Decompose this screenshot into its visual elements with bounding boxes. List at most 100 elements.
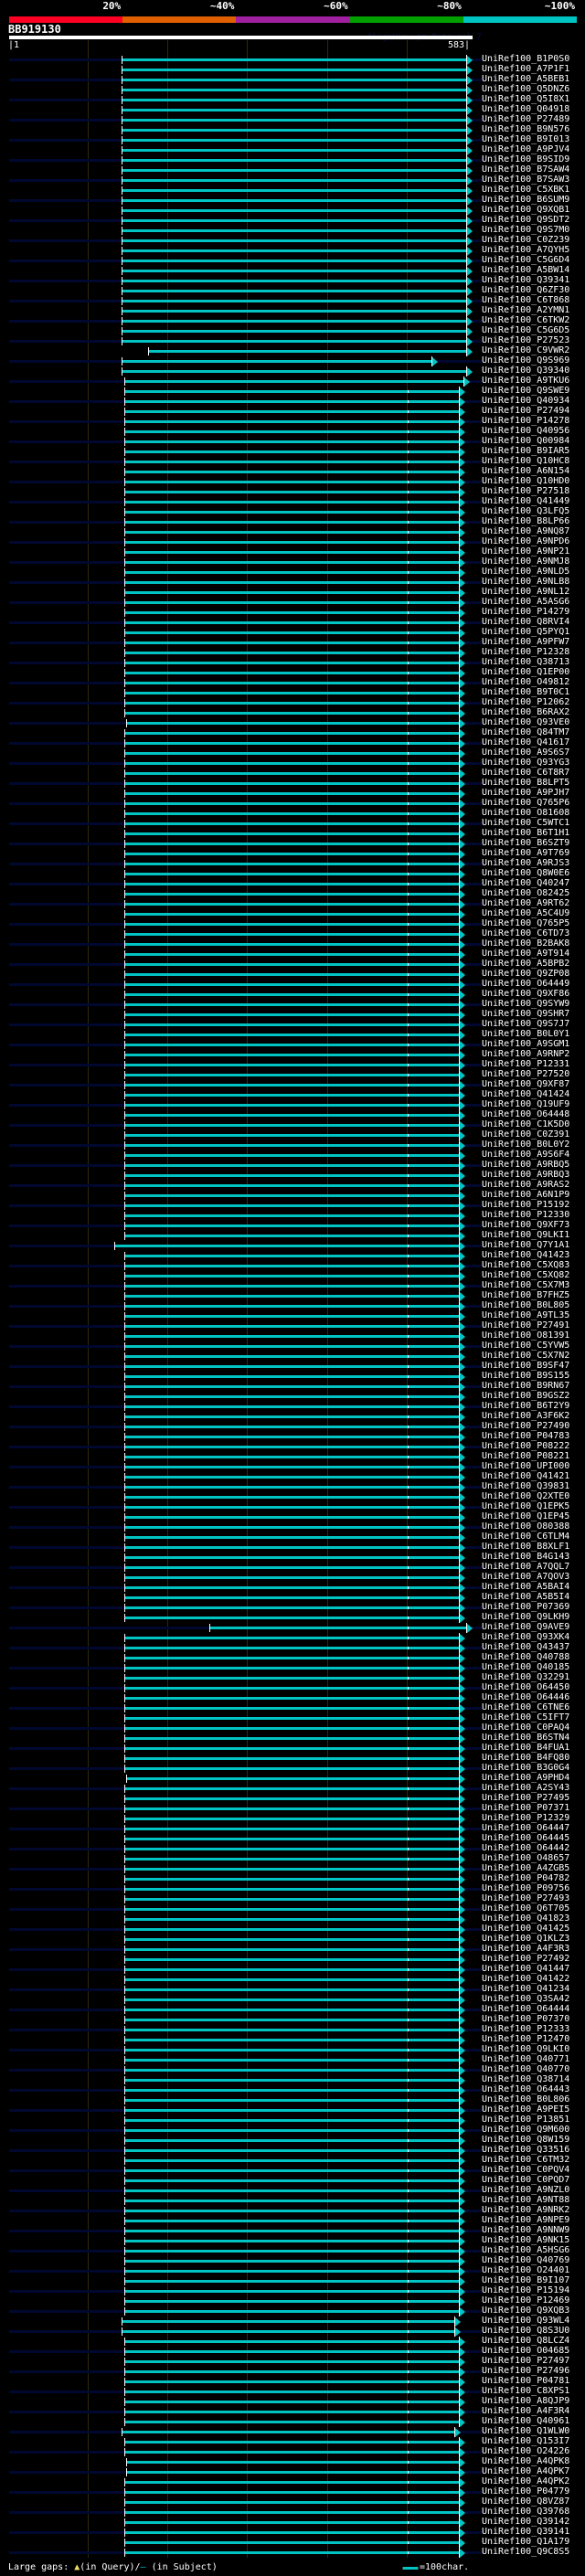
hit-end-arrow-icon (467, 236, 473, 246)
hit-end-arrow-icon (467, 155, 473, 165)
gap-tick (408, 1848, 410, 1850)
gap-tick (408, 1074, 410, 1076)
hit-start-tick (124, 1634, 126, 1642)
hit-label: UniRef100_O81608 (482, 808, 570, 818)
hit-end-arrow-icon (467, 316, 473, 326)
hit-start-tick (124, 488, 126, 496)
hit-label: UniRef100_C5XBK1 (482, 185, 570, 195)
hit-end-arrow-icon (460, 939, 466, 949)
gap-tick (408, 903, 410, 906)
gap-tick (408, 2270, 410, 2273)
gap-tick (408, 913, 410, 916)
hit-start-tick (124, 2046, 126, 2054)
hit-end-arrow-icon (467, 276, 473, 286)
hit-start-tick (124, 1976, 126, 1984)
hit-start-tick (208, 1624, 210, 1632)
hit-label: UniRef100_B3G0G4 (482, 1763, 570, 1773)
hit-bar (121, 199, 467, 202)
hit-end-arrow-icon (460, 1613, 466, 1623)
gap-tick (408, 1506, 410, 1509)
hit-label: UniRef100_O64450 (482, 1682, 570, 1692)
hit-end-arrow-icon (467, 206, 473, 216)
hit-bar (208, 1627, 467, 1629)
hit-start-tick (124, 1956, 126, 1964)
hit-label: UniRef100_B9SF47 (482, 1361, 570, 1371)
hit-end-arrow-icon (460, 1110, 466, 1120)
hit-start-tick (124, 1302, 126, 1310)
hit-label: UniRef100_A6N1P9 (482, 1190, 570, 1200)
hit-label: UniRef100_Q1EP00 (482, 667, 570, 677)
hit-end-arrow-icon (460, 2105, 466, 2115)
gap-tick (408, 531, 410, 534)
hit-end-arrow-icon (454, 2327, 461, 2337)
hit-start-tick (124, 1905, 126, 1913)
hit-end-arrow-icon (460, 1372, 466, 1382)
hit-start-tick (126, 2468, 128, 2476)
gap-tick (408, 963, 410, 966)
gap-tick (408, 1054, 410, 1056)
hit-end-arrow-icon (460, 557, 466, 567)
hit-bar (121, 310, 467, 313)
hit-end-arrow-icon (460, 1432, 466, 1442)
hit-bar (121, 249, 467, 252)
hit-start-tick (124, 729, 126, 737)
hit-label: UniRef100_O82425 (482, 888, 570, 898)
hit-end-arrow-icon (460, 1040, 466, 1050)
hit-label: UniRef100_A5BW14 (482, 265, 570, 275)
gap-tick (408, 1988, 410, 1991)
hit-end-arrow-icon (460, 477, 466, 487)
hit-end-arrow-icon (460, 990, 466, 1000)
hit-start-tick (124, 1413, 126, 1421)
hit-start-tick (124, 2448, 126, 2456)
hit-end-arrow-icon (460, 2367, 466, 2377)
hit-label: UniRef100_Q9LKH9 (482, 1612, 570, 1622)
hit-label: UniRef100_B7SAW3 (482, 175, 570, 185)
hit-start-tick (124, 588, 126, 597)
hit-label: UniRef100_B6STN4 (482, 1733, 570, 1743)
hit-end-arrow-icon (460, 457, 466, 467)
hit-start-tick (124, 1312, 126, 1320)
hit-bar (124, 380, 463, 383)
gap-tick (408, 2280, 410, 2283)
hit-start-tick (126, 2458, 128, 2466)
hit-label: UniRef100_C5IFT7 (482, 1712, 570, 1723)
hit-label: UniRef100_O64443 (482, 2084, 570, 2094)
hit-start-tick (124, 629, 126, 637)
gap-tick (408, 1657, 410, 1659)
gap-tick (408, 2179, 410, 2182)
hit-label: UniRef100_Q6ZF30 (482, 285, 570, 295)
hit-start-tick (124, 669, 126, 677)
hit-label: UniRef100_P12328 (482, 647, 570, 657)
gap-tick (408, 1757, 410, 1760)
hit-end-arrow-icon (460, 1422, 466, 1432)
hit-end-arrow-icon (460, 527, 466, 537)
hit-bar (121, 320, 467, 323)
hit-start-tick (124, 2016, 126, 2024)
hit-start-tick (124, 2488, 126, 2496)
hit-label: UniRef100_Q40770 (482, 2064, 570, 2074)
hit-bar (121, 300, 467, 302)
hit-end-arrow-icon (460, 1935, 466, 1945)
hit-label: UniRef100_A9NPD6 (482, 536, 570, 546)
gap-tick (408, 1828, 410, 1830)
hit-start-tick (124, 1765, 126, 1773)
hit-label: UniRef100_B0L806 (482, 2094, 570, 2104)
hit-start-tick (126, 1775, 128, 1783)
hit-label: UniRef100_O64442 (482, 1843, 570, 1853)
hit-end-arrow-icon (460, 1804, 466, 1814)
hit-end-arrow-icon (467, 115, 473, 125)
hit-start-tick (124, 2518, 126, 2527)
hit-start-tick (124, 1543, 126, 1552)
hit-label: UniRef100_P12330 (482, 1210, 570, 1220)
hit-end-arrow-icon (460, 2166, 466, 2176)
hit-end-arrow-icon (460, 2497, 466, 2507)
gap-tick (408, 1596, 410, 1599)
hit-label: UniRef100_Q41421 (482, 1471, 570, 1481)
gap-tick (408, 1365, 410, 1368)
hit-start-tick (124, 2237, 126, 2245)
gap-tick (408, 2119, 410, 2122)
hit-label: UniRef100_A9NLD5 (482, 567, 570, 577)
gap-tick (408, 782, 410, 785)
hit-label: UniRef100_B6SZT9 (482, 838, 570, 848)
hit-start-tick (124, 2478, 126, 2486)
